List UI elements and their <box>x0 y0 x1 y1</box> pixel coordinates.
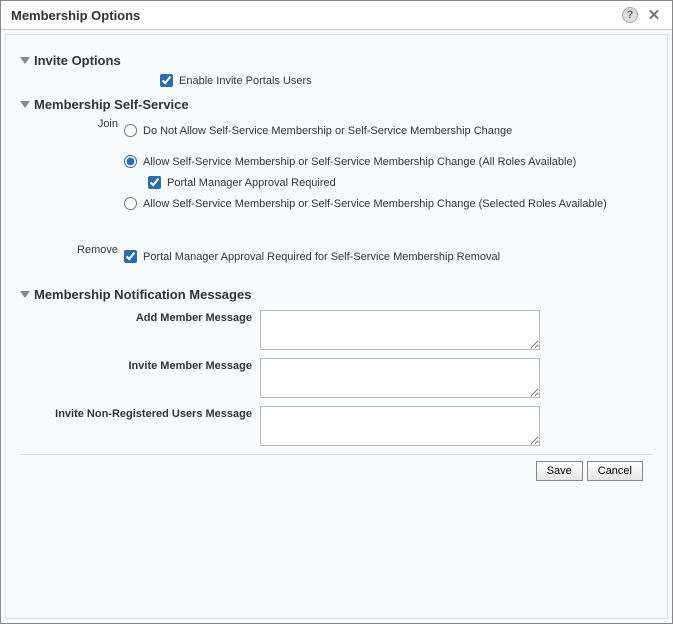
join-radio-all[interactable] <box>124 155 137 168</box>
invite-nonreg-message-label: Invite Non-Registered Users Message <box>20 406 260 420</box>
enable-invite-checkbox[interactable] <box>160 74 173 87</box>
invite-nonreg-message-textarea[interactable] <box>260 406 540 446</box>
invite-nonreg-message-row: Invite Non-Registered Users Message <box>20 406 653 446</box>
portal-manager-approval-label[interactable]: Portal Manager Approval Required <box>167 177 336 189</box>
section-invite-options[interactable]: Invite Options <box>20 53 653 68</box>
remove-row: Remove Portal Manager Approval Required … <box>20 244 653 269</box>
join-radio-none[interactable] <box>124 124 137 137</box>
join-label-all[interactable]: Allow Self-Service Membership or Self-Se… <box>143 156 576 168</box>
invite-content: Enable Invite Portals Users <box>160 74 653 87</box>
portal-manager-approval-checkbox[interactable] <box>148 176 161 189</box>
add-member-message-textarea[interactable] <box>260 310 540 350</box>
enable-invite-label[interactable]: Enable Invite Portals Users <box>179 75 312 87</box>
invite-member-message-row: Invite Member Message <box>20 358 653 398</box>
save-button[interactable]: Save <box>536 461 583 481</box>
dialog-body: Invite Options Enable Invite Portals Use… <box>5 34 668 619</box>
disclosure-icon <box>20 291 30 298</box>
remove-approval-row: Portal Manager Approval Required for Sel… <box>124 250 653 263</box>
remove-label: Remove <box>24 244 124 256</box>
invite-member-message-textarea[interactable] <box>260 358 540 398</box>
close-icon[interactable]: ✕ <box>646 7 662 23</box>
add-member-message-row: Add Member Message <box>20 310 653 350</box>
join-all-sub: Portal Manager Approval Required <box>148 176 653 189</box>
join-option-selected: Allow Self-Service Membership or Self-Se… <box>124 197 653 210</box>
join-radio-selected[interactable] <box>124 197 137 210</box>
join-row: Join Do Not Allow Self-Service Membershi… <box>20 118 653 216</box>
dialog-title: Membership Options <box>11 8 622 23</box>
join-label: Join <box>24 118 124 130</box>
remove-approval-checkbox[interactable] <box>124 250 137 263</box>
add-member-message-label: Add Member Message <box>20 310 260 324</box>
help-icon[interactable]: ? <box>622 7 638 23</box>
section-self-service-heading: Membership Self-Service <box>34 97 189 112</box>
dialog-footer: Save Cancel <box>20 454 653 487</box>
cancel-button[interactable]: Cancel <box>587 461 643 481</box>
dialog-header: Membership Options ? ✕ <box>1 1 672 30</box>
join-option-all: Allow Self-Service Membership or Self-Se… <box>124 155 653 168</box>
invite-member-message-label: Invite Member Message <box>20 358 260 372</box>
section-notifications[interactable]: Membership Notification Messages <box>20 287 653 302</box>
join-label-none[interactable]: Do Not Allow Self-Service Membership or … <box>143 125 512 137</box>
remove-content: Portal Manager Approval Required for Sel… <box>124 244 653 269</box>
join-options: Do Not Allow Self-Service Membership or … <box>124 118 653 216</box>
disclosure-icon <box>20 57 30 64</box>
section-invite-heading: Invite Options <box>34 53 121 68</box>
membership-options-dialog: Membership Options ? ✕ Invite Options En… <box>0 0 673 624</box>
header-icons: ? ✕ <box>622 7 662 23</box>
section-self-service[interactable]: Membership Self-Service <box>20 97 653 112</box>
join-label-selected[interactable]: Allow Self-Service Membership or Self-Se… <box>143 198 607 210</box>
remove-approval-label[interactable]: Portal Manager Approval Required for Sel… <box>143 251 500 263</box>
disclosure-icon <box>20 101 30 108</box>
enable-invite-row: Enable Invite Portals Users <box>160 74 653 87</box>
join-option-none: Do Not Allow Self-Service Membership or … <box>124 124 653 137</box>
section-notifications-heading: Membership Notification Messages <box>34 287 251 302</box>
